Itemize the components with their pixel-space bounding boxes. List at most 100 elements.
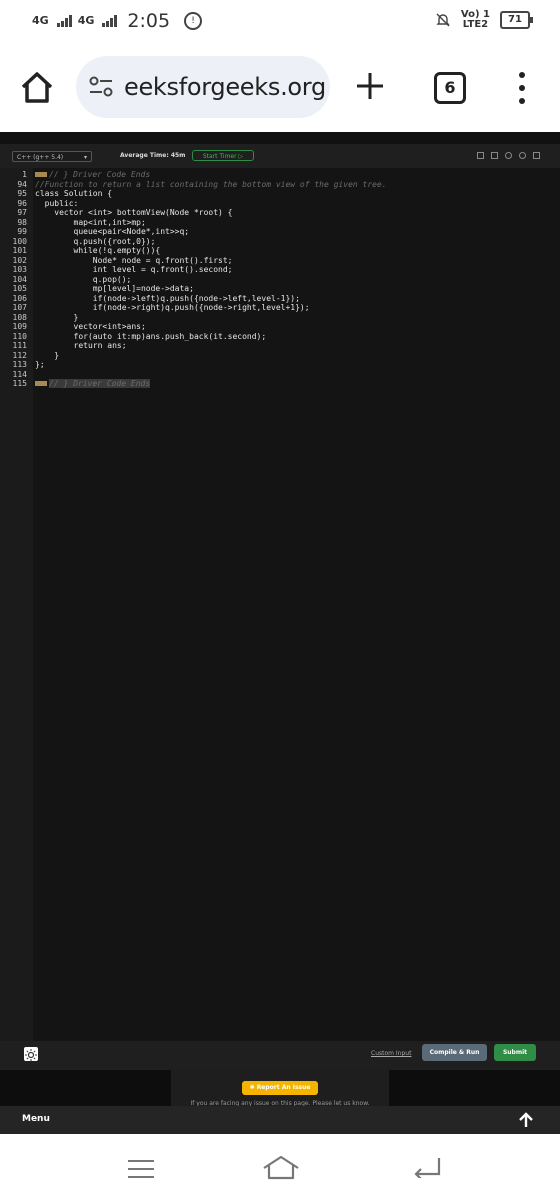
battery-icon: 71 — [500, 11, 533, 29]
code-line[interactable]: 109 vector<int>ans; — [0, 322, 560, 332]
code-text: vector<int>ans; — [35, 322, 146, 331]
nav-home-icon[interactable] — [262, 1154, 300, 1180]
custom-input-link[interactable]: Custom Input — [371, 1050, 411, 1057]
start-timer-label: Start Timer — [202, 153, 237, 160]
page-top-band — [0, 132, 560, 144]
signal-1-icon — [56, 15, 72, 27]
line-number: 1 — [22, 170, 27, 179]
nav-back-icon[interactable] — [412, 1154, 442, 1178]
home-icon[interactable] — [20, 70, 54, 104]
code-line[interactable]: 100 q.push({root,0}); — [0, 237, 560, 247]
play-icon: ▷ — [238, 153, 244, 160]
fold-marker-icon[interactable] — [35, 381, 47, 386]
code-line[interactable]: 96 public: — [0, 199, 560, 209]
report-issue-button[interactable]: ✱ Report An Issue — [242, 1081, 318, 1095]
code-line[interactable]: 108 } — [0, 313, 560, 323]
code-line[interactable]: 111 return ans; — [0, 341, 560, 351]
code-text: if(node->right)q.push({node->right,level… — [35, 303, 310, 312]
chevron-down-icon: ▾ — [83, 154, 87, 161]
recent-apps-icon[interactable] — [128, 1160, 154, 1178]
code-line[interactable]: 104 q.pop(); — [0, 275, 560, 285]
submit-button[interactable]: Submit — [494, 1044, 536, 1061]
code-line[interactable]: 105 mp[level]=node->data; — [0, 284, 560, 294]
star-icon: ✱ — [249, 1084, 255, 1091]
code-line[interactable]: 106 if(node->left)q.push({node->left,lev… — [0, 294, 560, 304]
code-line[interactable]: 99 queue<pair<Node*,int>>q; — [0, 227, 560, 237]
code-line[interactable]: 94 //Function to return a list containing… — [0, 180, 560, 190]
line-number: 115 — [12, 379, 27, 388]
start-timer-button[interactable]: Start Timer ▷ — [192, 150, 254, 161]
comment-text: // } Driver Code Ends — [49, 170, 151, 179]
code-line[interactable]: 95 class Solution { — [0, 189, 560, 199]
status-left: 4G 4G 2:05 ! — [32, 10, 203, 32]
site-settings-icon[interactable] — [88, 76, 114, 98]
network-2: 4G — [77, 14, 95, 27]
code-text: q.pop(); — [35, 274, 132, 284]
theme-icon[interactable] — [505, 152, 512, 159]
arrow-up-icon[interactable] — [518, 1112, 534, 1128]
line-number: 109 — [12, 322, 27, 331]
code-text: // } Driver Code Ends — [35, 170, 150, 180]
language-select[interactable]: C++ (g++ 5.4) ▾ — [12, 151, 92, 162]
code-line[interactable]: 115 // } Driver Code Ends — [0, 379, 560, 389]
report-issue-label: Report An Issue — [256, 1084, 311, 1091]
code-text: // } Driver Code Ends — [35, 379, 151, 389]
code-text: class Solution { — [35, 189, 113, 198]
bulb-icon[interactable] — [24, 1047, 38, 1061]
line-number: 106 — [12, 293, 27, 303]
line-number: 102 — [12, 255, 27, 265]
notification-icon: ! — [184, 12, 203, 30]
volte-bottom: LTE2 — [462, 19, 489, 30]
code-text: } — [35, 312, 79, 322]
line-number: 104 — [12, 274, 27, 284]
code-line[interactable]: 114 — [0, 370, 560, 380]
code-editor: C++ (g++ 5.4) ▾ Average Time: 45m Start … — [0, 144, 560, 1070]
code-text: if(node->left)q.push({node->left,level-1… — [35, 293, 300, 303]
code-line[interactable]: 110 for(auto it:mp)ans.push_back(it.seco… — [0, 332, 560, 342]
clock: 2:05 — [127, 10, 171, 32]
code-text: queue<pair<Node*,int>>q; — [35, 227, 190, 236]
code-line[interactable]: 112 } — [0, 351, 560, 361]
line-number: 112 — [12, 350, 27, 360]
copy-icon[interactable] — [477, 152, 484, 159]
code-area[interactable]: 1 // } Driver Code Ends 94 //Function to re… — [0, 168, 560, 1041]
code-line[interactable]: 103 int level = q.front().second; — [0, 265, 560, 275]
compile-run-button[interactable]: Compile & Run — [422, 1044, 487, 1061]
code-text: for(auto it:mp)ans.push_back(it.second); — [35, 331, 267, 341]
line-number: 97 — [17, 208, 27, 217]
code-text: } — [35, 350, 60, 360]
editor-footer: Custom Input Compile & Run Submit — [0, 1041, 560, 1070]
line-number: 107 — [12, 303, 27, 312]
code-line[interactable]: 107 if(node->right)q.push({node->right,l… — [0, 303, 560, 313]
language-value: C++ (g++ 5.4) — [17, 154, 64, 161]
status-bar: 4G 4G 2:05 ! Vo) 1 LTE2 71 — [0, 0, 560, 44]
line-number: 110 — [12, 331, 27, 341]
code-line[interactable]: 113}; — [0, 360, 560, 370]
code-text: }; — [35, 360, 45, 369]
address-bar[interactable]: eeksforgeeks.org — [76, 56, 330, 118]
bottom-menu-bar: Menu — [0, 1106, 560, 1134]
line-number: 108 — [12, 312, 27, 322]
code-line[interactable]: 101 while(!q.empty()){ — [0, 246, 560, 256]
code-line[interactable]: 97 vector <int> bottomView(Node *root) { — [0, 208, 560, 218]
code-line[interactable]: 98 map<int,int>mp; — [0, 218, 560, 228]
code-text: map<int,int>mp; — [35, 217, 146, 227]
code-text: //Function to return a list containing t… — [35, 179, 387, 189]
code-text: return ans; — [35, 341, 127, 350]
line-number: 95 — [17, 189, 27, 198]
new-tab-icon[interactable] — [354, 70, 386, 102]
fullscreen-icon[interactable] — [533, 152, 540, 159]
line-number: 113 — [12, 360, 27, 369]
tab-switcher-button[interactable]: 6 — [434, 72, 466, 104]
code-line[interactable]: 102 Node* node = q.front().first; — [0, 256, 560, 266]
fold-marker-icon[interactable] — [35, 172, 47, 177]
more-options-icon[interactable] — [518, 72, 526, 104]
settings-icon[interactable] — [491, 152, 498, 159]
url-text[interactable]: eeksforgeeks.org — [124, 73, 326, 101]
code-line[interactable]: 1 // } Driver Code Ends — [0, 170, 560, 180]
reset-icon[interactable] — [519, 152, 526, 159]
menu-button[interactable]: Menu — [22, 1114, 50, 1124]
line-number: 99 — [17, 227, 27, 236]
code-text: Node* node = q.front().first; — [35, 255, 233, 265]
browser-toolbar: eeksforgeeks.org 6 — [0, 44, 560, 132]
